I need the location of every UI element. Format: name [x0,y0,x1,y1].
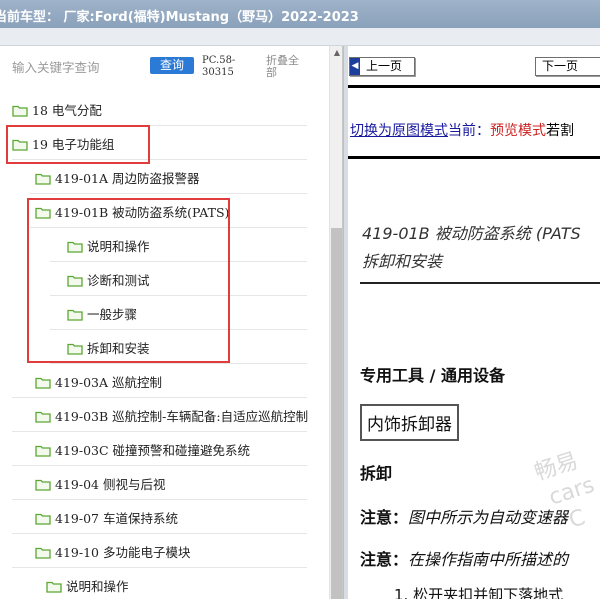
left-arrow-icon: ◀ [350,58,360,75]
folder-icon [67,238,83,253]
tree-item-group-18[interactable]: 18 电气分配 [0,92,327,126]
watermark-line-1: 畅易 [531,448,582,486]
note-1-text: 图中所示为自动变速器 [408,508,569,527]
trailing-text: 若割 [546,123,574,139]
next-page-button[interactable]: 下一页 [535,57,600,76]
note-2: 注意：在操作指南中所描述的 [360,546,568,570]
tree-item-419-03c[interactable]: 419-03C 碰撞预警和碰撞避免系统 [0,432,327,466]
step-1: 1. 松开夹扣并卸下落地式 [394,586,564,599]
folder-icon [12,136,28,151]
folder-icon [35,374,51,389]
tree-item-419-03a[interactable]: 419-03A 巡航控制 [0,364,327,398]
tree-item-label: 419-07 车道保持系统 [55,511,178,526]
tree-item-label: 说明和操作 [87,239,150,254]
tree-item-group-19[interactable]: 19 电子功能组 [0,126,327,160]
next-page-label: 下一页 [542,59,579,73]
current-mode-label: 当前： [448,123,490,139]
note-1-label: 注意： [360,508,409,527]
toolbar-strip [0,28,600,46]
tree-item-419-04[interactable]: 419-04 侧视与后视 [0,466,327,500]
tree-item-419-03b[interactable]: 419-03B 巡航控制-车辆配备:自适应巡航控制 [0,398,327,432]
title-bar: 当前车型： 厂家:Ford(福特)Mustang（野马）2022-2023 [0,0,600,28]
tree-item-label: 拆卸和安装 [87,341,150,356]
folder-icon [35,510,51,525]
tree-item-pats-removal[interactable]: 拆卸和安装 [0,330,327,364]
tree-item-label: 18 电气分配 [32,103,102,118]
preview-mode-label: 预览模式 [490,123,546,139]
catalog-tree-panel: 查询 PC.58-30315 折叠全部 18 电气分配 19 电子功能组 419-0… [0,46,343,599]
switch-to-original-link[interactable]: 切换为原图模式 [350,123,448,139]
tree-scrollbar[interactable]: ▲ [329,46,342,599]
tree-item-label: 419-01A 周边防盗报警器 [55,171,200,186]
search-input[interactable] [12,57,142,77]
pc-code: PC.58-30315 [202,55,236,78]
page-nav-bar: ◀ 上一页 下一页 [348,46,600,88]
tree-item-label: 419-04 侧视与后视 [55,477,166,492]
document-title-line2: 拆卸和安装 [362,252,443,271]
search-row: 查询 PC.58-30315 折叠全部 [0,46,342,92]
tree-item-label: 419-01B 被动防盗系统(PATS) [55,205,230,220]
folder-icon [46,578,62,593]
divider [348,156,600,159]
tree-item-label: 说明和操作 [66,579,129,594]
tree-item-label: 19 电子功能组 [32,137,115,152]
tree-item-pats-diag[interactable]: 诊断和测试 [0,262,327,296]
tree-item-label: 419-03A 巡航控制 [55,375,162,390]
document-title: 419-01B 被动防盗系统 (PATS 拆卸和安装 [362,220,600,276]
tree-item-419-10[interactable]: 419-10 多功能电子模块 [0,534,327,568]
folder-icon [35,204,51,219]
folder-icon [35,442,51,457]
tools-heading: 专用工具 / 通用设备 [360,366,505,385]
folder-icon [35,476,51,491]
tree-item-label: 419-03C 碰撞预警和碰撞避免系统 [55,443,251,458]
folder-icon [67,272,83,287]
note-2-label: 注意： [360,550,409,569]
tree-item-419-01b[interactable]: 419-01B 被动防盗系统(PATS) [0,194,327,228]
view-mode-row: 切换为原图模式当前：预览模式若割 [350,120,574,140]
folder-icon [35,544,51,559]
tool-item: 内饰拆卸器 [360,404,459,441]
folder-icon [35,408,51,423]
folder-icon [35,170,51,185]
tree-item-label: 419-03B 巡航控制-车辆配备:自适应巡航控制 [55,409,309,424]
note-1: 注意：图中所示为自动变速器 [360,504,568,528]
current-vehicle-label: 当前车型： 厂家:Ford(福特)Mustang（野马）2022-2023 [0,10,359,25]
folder-icon [67,340,83,355]
document-viewer: ◀ 上一页 下一页 切换为原图模式当前：预览模式若割 419-01B 被动防盗系统… [348,46,600,599]
prev-page-label: 上一页 [366,59,403,73]
tree-item-label: 一般步骤 [87,307,138,322]
collapse-all-button[interactable]: 折叠全部 [266,55,306,79]
folder-icon [67,306,83,321]
tree-item-label: 419-10 多功能电子模块 [55,545,191,560]
tree-item-419-07[interactable]: 419-07 车道保持系统 [0,500,327,534]
removal-heading: 拆卸 [360,464,393,483]
search-button[interactable]: 查询 [150,57,194,74]
folder-icon [12,102,28,117]
prev-page-button[interactable]: ◀ 上一页 [349,57,415,76]
scroll-up-arrow-icon[interactable]: ▲ [330,46,342,60]
tree-item-pats-desc[interactable]: 说明和操作 [0,228,327,262]
tree-item-label: 诊断和测试 [87,273,150,288]
tree-item-419-10-desc[interactable]: 说明和操作 [0,568,327,599]
title-divider [360,282,600,284]
tree-item-pats-general[interactable]: 一般步骤 [0,296,327,330]
note-2-text: 在操作指南中所描述的 [408,550,569,569]
document-title-line1: 419-01B 被动防盗系统 (PATS [362,224,581,243]
tree-item-419-01a[interactable]: 419-01A 周边防盗报警器 [0,160,327,194]
scroll-thumb[interactable] [331,228,342,599]
